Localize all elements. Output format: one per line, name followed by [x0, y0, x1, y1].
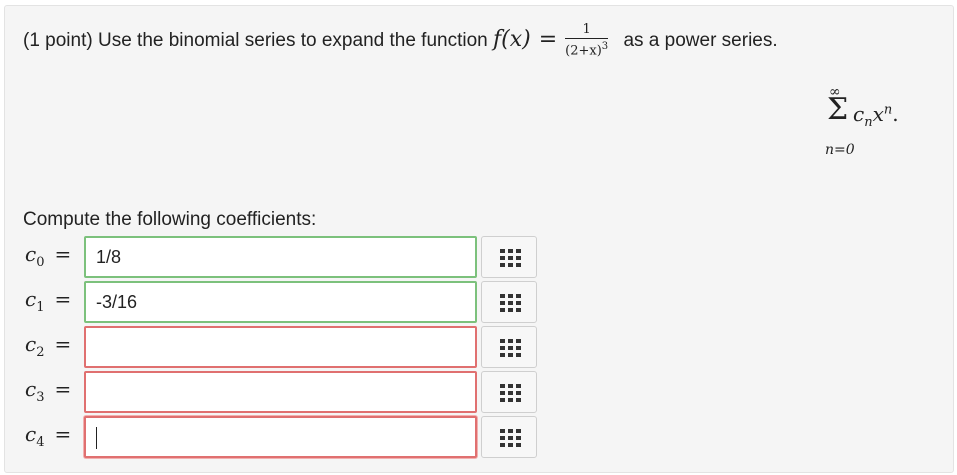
coefficient-label: c4 =: [25, 422, 71, 450]
coefficient-label: c1 =: [25, 287, 71, 315]
label-equals: =: [54, 242, 72, 266]
coefficient-label: c0 =: [25, 242, 71, 270]
answer-input-c4[interactable]: [84, 416, 477, 458]
coefficient-row-c2: c2 =: [5, 326, 955, 370]
equals-sign: =: [538, 27, 558, 52]
label-c: c: [25, 332, 37, 356]
problem-panel: (1 point) Use the binomial series to exp…: [4, 5, 954, 473]
equation-palette-button[interactable]: [481, 371, 537, 413]
answer-input-c2[interactable]: [84, 326, 477, 368]
term-c: c: [853, 102, 865, 126]
label-subscript: 0: [36, 255, 45, 270]
coefficient-row-c4: c4 =: [5, 416, 955, 460]
prompt-text: Compute the following coefficients:: [23, 209, 317, 230]
label-equals: =: [54, 377, 72, 401]
statement-text-after: as a power series.: [623, 30, 778, 51]
coefficient-row-c3: c3 =: [5, 371, 955, 415]
label-c: c: [25, 242, 37, 266]
label-subscript: 2: [36, 345, 45, 360]
equation-palette-icon: [500, 249, 522, 267]
denominator-exponent: 3: [601, 41, 609, 53]
denominator-base: (2+x): [565, 43, 602, 59]
points-label: (1 point): [23, 30, 93, 51]
equation-palette-icon: [500, 429, 522, 447]
answer-input-c3[interactable]: [84, 371, 477, 413]
answer-input-c0[interactable]: 1/8: [84, 236, 477, 278]
answer-input-c1[interactable]: -3/16: [84, 281, 477, 323]
equation-palette-icon: [500, 294, 522, 312]
fraction-denominator: (2+x)3: [565, 39, 608, 59]
coefficient-label: c2 =: [25, 332, 71, 360]
sigma-symbol: Σ: [827, 92, 849, 127]
label-equals: =: [54, 332, 72, 356]
label-equals: =: [54, 287, 72, 311]
statement-text: Use the binomial series to expand the fu…: [97, 30, 488, 51]
sum-lower-limit: n=0: [825, 142, 855, 158]
label-subscript: 3: [36, 390, 45, 405]
function-name: f(x): [493, 27, 531, 52]
power-series-formula: ∞ Σ cnxn. n=0: [823, 84, 943, 164]
fraction-numerator: 1: [565, 22, 609, 40]
coefficient-row-c1: c1 = -3/16: [5, 281, 955, 325]
equation-palette-button[interactable]: [481, 281, 537, 323]
equation-palette-icon: [500, 339, 522, 357]
label-c: c: [25, 377, 37, 401]
label-equals: =: [54, 422, 72, 446]
coefficient-row-c0: c0 = 1/8: [5, 236, 955, 280]
term-x: x: [872, 102, 884, 126]
term-x-superscript: n: [883, 102, 893, 118]
function-fraction: 1 (2+x)3: [565, 22, 609, 59]
equation-palette-icon: [500, 384, 522, 402]
term-period: .: [892, 102, 899, 126]
sum-term: cnxn.: [853, 102, 899, 130]
equation-palette-button[interactable]: [481, 326, 537, 368]
label-subscript: 1: [36, 300, 45, 315]
label-c: c: [25, 287, 37, 311]
label-subscript: 4: [36, 435, 45, 450]
equation-palette-button[interactable]: [481, 416, 537, 458]
term-c-subscript: n: [864, 115, 873, 130]
equation-palette-button[interactable]: [481, 236, 537, 278]
label-c: c: [25, 422, 37, 446]
coefficient-label: c3 =: [25, 377, 71, 405]
problem-statement: (1 point) Use the binomial series to exp…: [23, 20, 778, 61]
text-caret: [96, 427, 97, 450]
